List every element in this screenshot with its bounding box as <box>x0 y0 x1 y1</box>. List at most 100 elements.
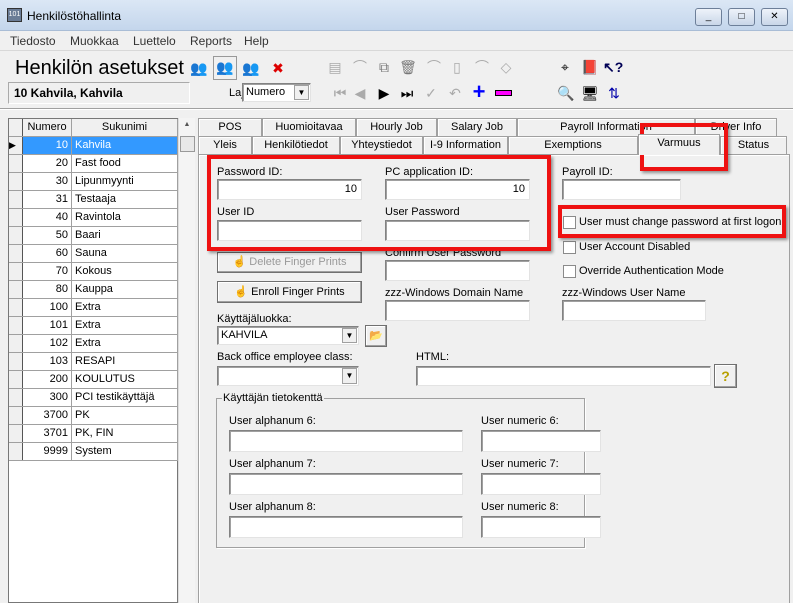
binoculars-icon[interactable]: ⌖ <box>555 57 575 77</box>
table-row[interactable]: 100 Extra <box>9 299 179 317</box>
row-indicator[interactable]: ▶ <box>9 137 23 154</box>
tab-status[interactable]: Status <box>720 136 787 154</box>
row-indicator[interactable] <box>9 389 23 406</box>
menu-help[interactable]: Help <box>244 34 269 48</box>
chevron-down-icon[interactable]: ▼ <box>294 85 309 100</box>
row-indicator[interactable] <box>9 425 23 442</box>
menu-reports[interactable]: Reports <box>190 34 232 48</box>
table-row[interactable]: 50 Baari <box>9 227 179 245</box>
tab-exemptions[interactable]: Exemptions <box>508 136 638 154</box>
tab-varmuus[interactable]: Varmuus <box>638 134 720 155</box>
tab-henkil-tiedot[interactable]: Henkilötiedot <box>252 136 340 154</box>
people-view-icon[interactable]: 👥 <box>241 58 261 78</box>
row-indicator[interactable] <box>9 281 23 298</box>
person-search-icon[interactable]: 🔍 <box>556 83 576 103</box>
enroll-finger-prints-button[interactable]: ☝ Enroll Finger Prints <box>217 281 362 303</box>
chevron-down-icon[interactable]: ▼ <box>342 328 357 343</box>
back-office-select[interactable]: ▼ <box>217 366 359 386</box>
people-list-icon[interactable]: 👥 <box>213 56 237 80</box>
folder-open-button[interactable]: 📂 <box>365 325 387 347</box>
row-indicator[interactable] <box>9 245 23 262</box>
domain-name-input[interactable] <box>385 300 530 321</box>
row-indicator[interactable] <box>9 263 23 280</box>
table-row[interactable]: ▶ 10 Kahvila <box>9 137 179 155</box>
account-disabled-checkbox[interactable] <box>563 241 576 254</box>
row-indicator[interactable] <box>9 227 23 244</box>
row-indicator[interactable] <box>9 209 23 226</box>
num7-input[interactable] <box>481 473 601 495</box>
grid-scrollbar[interactable]: ▲ <box>178 118 195 603</box>
table-row[interactable]: 60 Sauna <box>9 245 179 263</box>
table-row[interactable]: 103 RESAPI <box>9 353 179 371</box>
help-button[interactable]: ? <box>714 364 737 388</box>
context-help-icon[interactable]: ↖? <box>603 57 623 77</box>
cell-numero: 103 <box>23 353 72 370</box>
confirm-password-input[interactable] <box>385 260 530 281</box>
alpha8-input[interactable] <box>229 516 463 538</box>
sort-select[interactable]: Numero ▼ <box>242 83 311 102</box>
html-input[interactable] <box>416 366 711 386</box>
add-icon[interactable]: + <box>469 81 489 103</box>
table-row[interactable]: 70 Kokous <box>9 263 179 281</box>
remove-icon[interactable] <box>495 90 512 96</box>
table-row[interactable]: 40 Ravintola <box>9 209 179 227</box>
hierarchy-icon[interactable]: ⧉ <box>374 57 394 77</box>
windows-user-input[interactable] <box>562 300 706 321</box>
tab-salary-job[interactable]: Salary Job <box>437 118 517 136</box>
maximize-button[interactable]: □ <box>728 8 755 26</box>
tab-hourly-job[interactable]: Hourly Job <box>356 118 437 136</box>
menu-luettelo[interactable]: Luettelo <box>133 34 176 48</box>
tab-yhteystiedot[interactable]: Yhteystiedot <box>340 136 423 154</box>
row-indicator[interactable] <box>9 353 23 370</box>
row-indicator[interactable] <box>9 371 23 388</box>
row-indicator[interactable] <box>9 299 23 316</box>
row-indicator[interactable] <box>9 155 23 172</box>
book-help-icon[interactable]: 📕 <box>580 57 600 77</box>
tab-pos[interactable]: POS <box>198 118 262 136</box>
row-indicator[interactable] <box>9 407 23 424</box>
next-record-icon[interactable]: ▶ <box>374 83 394 103</box>
monitor-icon[interactable]: 🖥 <box>580 83 600 103</box>
alpha7-input[interactable] <box>229 473 463 495</box>
table-row[interactable]: 102 Extra <box>9 335 179 353</box>
tab-huomioitavaa[interactable]: Huomioitavaa <box>262 118 356 136</box>
people-search-icon[interactable]: 👥 <box>189 58 209 78</box>
last-record-icon[interactable]: ⏭ <box>397 83 417 103</box>
payroll-id-input[interactable] <box>562 179 681 200</box>
table-row[interactable]: 9999 System <box>9 443 179 461</box>
user-class-select[interactable]: KAHVILA ▼ <box>217 326 359 345</box>
num6-input[interactable] <box>481 430 601 452</box>
table-row[interactable]: 20 Fast food <box>9 155 179 173</box>
override-auth-checkbox[interactable] <box>563 265 576 278</box>
close-button[interactable]: ✕ <box>761 8 788 26</box>
row-indicator[interactable] <box>9 191 23 208</box>
tab-yleis[interactable]: Yleis <box>198 136 252 154</box>
table-row[interactable]: 300 PCI testikäyttäjä <box>9 389 179 407</box>
row-indicator[interactable] <box>9 317 23 334</box>
minimize-button[interactable]: _ <box>695 8 722 26</box>
num8-input[interactable] <box>481 516 601 538</box>
column-numero[interactable]: Numero <box>23 119 72 136</box>
tab-i-9-information[interactable]: I-9 Information <box>423 136 508 154</box>
row-indicator[interactable] <box>9 335 23 352</box>
people-delete-icon[interactable]: ✖ <box>268 58 288 78</box>
table-row[interactable]: 3701 PK, FIN <box>9 425 179 443</box>
sync-icon[interactable]: ⇅ <box>604 83 624 103</box>
trash-icon[interactable]: 🗑 <box>398 57 418 77</box>
table-row[interactable]: 80 Kauppa <box>9 281 179 299</box>
row-indicator[interactable] <box>9 173 23 190</box>
table-row[interactable]: 31 Testaaja <box>9 191 179 209</box>
menu-tiedosto[interactable]: Tiedosto <box>10 34 56 48</box>
column-sukunimi[interactable]: Sukunimi <box>72 119 178 136</box>
table-row[interactable]: 200 KOULUTUS <box>9 371 179 389</box>
table-row[interactable]: 30 Lipunmyynti <box>9 173 179 191</box>
chevron-down-icon[interactable]: ▼ <box>342 368 357 384</box>
table-row[interactable]: 3700 PK <box>9 407 179 425</box>
row-indicator[interactable] <box>9 443 23 460</box>
menu-muokkaa[interactable]: Muokkaa <box>70 34 119 48</box>
scroll-up-icon[interactable]: ▲ <box>179 121 195 128</box>
table-row[interactable]: 101 Extra <box>9 317 179 335</box>
scroll-thumb[interactable] <box>180 136 195 152</box>
alpha6-input[interactable] <box>229 430 463 452</box>
employee-grid[interactable]: Numero Sukunimi ▶ 10 Kahvila 20 Fast food 30 L… <box>8 118 179 603</box>
